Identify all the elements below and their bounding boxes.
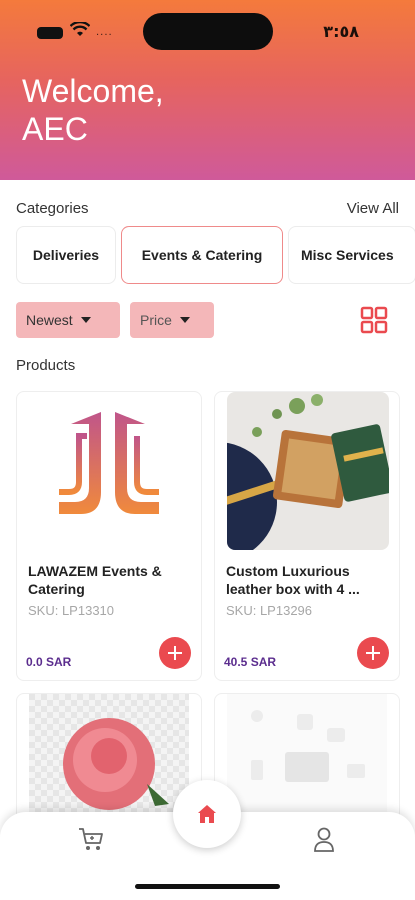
caret-down-icon (179, 317, 190, 323)
product-name: Custom Luxurious leather box with 4 ... (226, 563, 360, 597)
home-button[interactable] (173, 780, 241, 848)
leather-box-image (227, 392, 389, 550)
plus-icon (168, 646, 182, 660)
category-events-catering[interactable]: Events & Catering (121, 226, 283, 284)
categories-header: Categories View All (16, 196, 399, 220)
product-sku: SKU: LP13310 (28, 603, 115, 618)
grid-icon[interactable] (360, 306, 388, 334)
price-filter-dropdown[interactable]: Price (130, 302, 214, 338)
product-price: 0.0 SAR (26, 655, 72, 669)
user-icon[interactable] (312, 826, 336, 854)
add-to-cart-button[interactable] (357, 637, 389, 669)
status-time: ٣:٥٨ (323, 22, 359, 41)
product-card[interactable]: LAWAZEM Events & Catering SKU: LP13310 0… (16, 391, 202, 681)
product-price: 40.5 SAR (224, 655, 277, 669)
signal-indicator: .... (96, 27, 113, 38)
product-name: LAWAZEM Events & Catering (28, 563, 162, 597)
product-sku: SKU: LP13296 (226, 603, 313, 618)
sort-label: Newest (26, 312, 73, 328)
products-title: Products (16, 357, 76, 374)
greeting-line: Welcome, (22, 73, 164, 109)
product-card[interactable]: Custom Luxurious leather box with 4 ... … (214, 391, 400, 681)
view-all-link[interactable]: View All (347, 200, 399, 217)
caret-down-icon (80, 317, 91, 323)
home-indicator (135, 884, 280, 889)
category-deliveries[interactable]: Deliveries (16, 226, 116, 284)
wifi-icon (70, 22, 90, 36)
category-misc-services[interactable]: Misc Services (288, 226, 415, 284)
plus-icon (366, 646, 380, 660)
cart-icon[interactable] (77, 826, 105, 852)
status-bar: .... ٣:٥٨ (0, 0, 415, 60)
sort-newest-dropdown[interactable]: Newest (16, 302, 120, 338)
home-icon (198, 805, 216, 823)
add-to-cart-button[interactable] (159, 637, 191, 669)
dynamic-island (143, 13, 273, 50)
categories-title: Categories (16, 199, 89, 217)
price-label: Price (140, 312, 172, 328)
battery-icon (37, 27, 63, 39)
header-banner: .... ٣:٥٨ Welcome, AEC (0, 0, 415, 180)
user-name: AEC (22, 111, 88, 147)
welcome-greeting: Welcome, AEC (22, 72, 164, 148)
lawazem-logo-image (59, 412, 159, 514)
categories-list[interactable]: Deliveries Events & Catering Misc Servic… (16, 226, 415, 284)
